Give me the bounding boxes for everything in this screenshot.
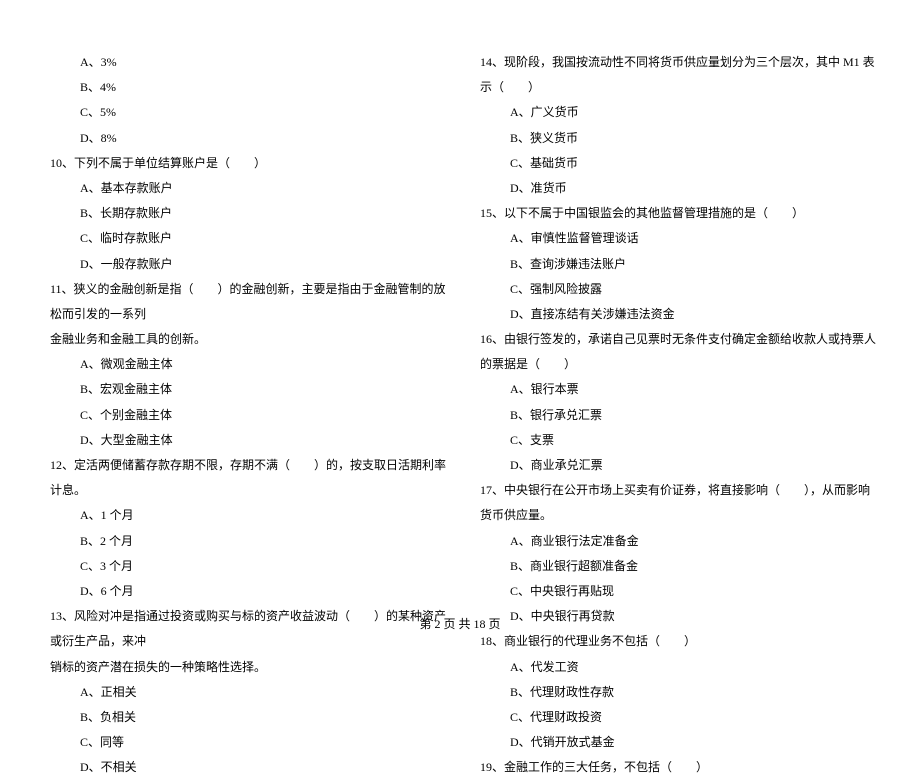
option: B、银行承兑汇票 bbox=[470, 403, 880, 428]
option: C、3 个月 bbox=[40, 554, 450, 579]
option: D、8% bbox=[40, 126, 450, 151]
option: D、代销开放式基金 bbox=[470, 730, 880, 755]
question-17: 17、中央银行在公开市场上买卖有价证券，将直接影响（ ），从而影响货币供应量。 bbox=[470, 478, 880, 528]
option: C、临时存款账户 bbox=[40, 226, 450, 251]
option: B、宏观金融主体 bbox=[40, 377, 450, 402]
option: A、基本存款账户 bbox=[40, 176, 450, 201]
question-16: 16、由银行签发的，承诺自己见票时无条件支付确定金额给收款人或持票人的票据是（ … bbox=[470, 327, 880, 377]
option: B、狭义货币 bbox=[470, 126, 880, 151]
option: C、基础货币 bbox=[470, 151, 880, 176]
option: D、6 个月 bbox=[40, 579, 450, 604]
option: B、商业银行超额准备金 bbox=[470, 554, 880, 579]
option: A、正相关 bbox=[40, 680, 450, 705]
option: D、大型金融主体 bbox=[40, 428, 450, 453]
option: D、一般存款账户 bbox=[40, 252, 450, 277]
page-footer: 第 2 页 共 18 页 bbox=[0, 615, 920, 632]
option: C、5% bbox=[40, 100, 450, 125]
question-14: 14、现阶段，我国按流动性不同将货币供应量划分为三个层次，其中 M1 表示（ ） bbox=[470, 50, 880, 100]
option: A、广义货币 bbox=[470, 100, 880, 125]
question-15: 15、以下不属于中国银监会的其他监督管理措施的是（ ） bbox=[470, 201, 880, 226]
option: C、强制风险披露 bbox=[470, 277, 880, 302]
left-column: A、3% B、4% C、5% D、8% 10、下列不属于单位结算账户是（ ） A… bbox=[30, 50, 460, 620]
option: A、1 个月 bbox=[40, 503, 450, 528]
option: D、准货币 bbox=[470, 176, 880, 201]
option: D、商业承兑汇票 bbox=[470, 453, 880, 478]
page-content: A、3% B、4% C、5% D、8% 10、下列不属于单位结算账户是（ ） A… bbox=[0, 0, 920, 620]
option: A、微观金融主体 bbox=[40, 352, 450, 377]
option: B、代理财政性存款 bbox=[470, 680, 880, 705]
option: B、负相关 bbox=[40, 705, 450, 730]
question-10: 10、下列不属于单位结算账户是（ ） bbox=[40, 151, 450, 176]
right-column: 14、现阶段，我国按流动性不同将货币供应量划分为三个层次，其中 M1 表示（ ）… bbox=[460, 50, 890, 620]
option: A、代发工资 bbox=[470, 655, 880, 680]
option: C、中央银行再贴现 bbox=[470, 579, 880, 604]
option: B、查询涉嫌违法账户 bbox=[470, 252, 880, 277]
option: B、2 个月 bbox=[40, 529, 450, 554]
question-19: 19、金融工作的三大任务，不包括（ ） bbox=[470, 755, 880, 780]
question-13-cont: 销标的资产潜在损失的一种策略性选择。 bbox=[40, 655, 450, 680]
question-18: 18、商业银行的代理业务不包括（ ） bbox=[470, 629, 880, 654]
option: A、3% bbox=[40, 50, 450, 75]
option: B、4% bbox=[40, 75, 450, 100]
option: D、直接冻结有关涉嫌违法资金 bbox=[470, 302, 880, 327]
option: A、审慎性监督管理谈话 bbox=[470, 226, 880, 251]
option: D、不相关 bbox=[40, 755, 450, 780]
option: B、长期存款账户 bbox=[40, 201, 450, 226]
question-11: 11、狭义的金融创新是指（ ）的金融创新，主要是指由于金融管制的放松而引发的一系… bbox=[40, 277, 450, 327]
option: C、支票 bbox=[470, 428, 880, 453]
option: A、商业银行法定准备金 bbox=[470, 529, 880, 554]
question-12: 12、定活两便储蓄存款存期不限，存期不满（ ）的，按支取日活期利率计息。 bbox=[40, 453, 450, 503]
option: C、同等 bbox=[40, 730, 450, 755]
option: C、代理财政投资 bbox=[470, 705, 880, 730]
option: C、个别金融主体 bbox=[40, 403, 450, 428]
option: A、银行本票 bbox=[470, 377, 880, 402]
question-11-cont: 金融业务和金融工具的创新。 bbox=[40, 327, 450, 352]
